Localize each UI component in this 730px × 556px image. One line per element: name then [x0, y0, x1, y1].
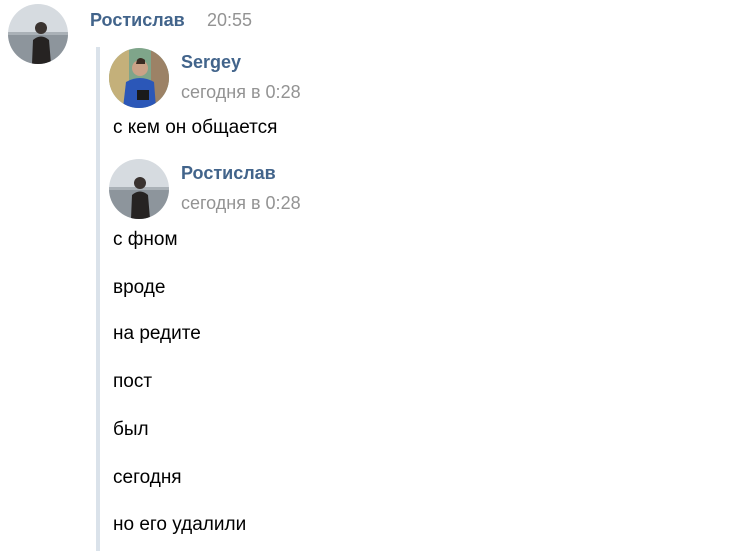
forwarded-message-time: сегодня в 0:28: [181, 82, 301, 102]
forwarded-message-text: был: [113, 419, 149, 440]
author-name[interactable]: Ростислав: [90, 9, 185, 31]
forwarded-messages-bar: [96, 47, 100, 551]
avatar-rostislav[interactable]: [109, 159, 169, 219]
avatar-sergey[interactable]: [109, 48, 169, 108]
forwarded-message-text: с кем он общается: [113, 117, 278, 138]
forwarded-message-text: на редите: [113, 323, 201, 344]
forwarded-message-time: сегодня в 0:28: [181, 193, 301, 213]
avatar-rostislav[interactable]: [8, 4, 68, 64]
forwarded-message-text: пост: [113, 371, 153, 392]
message-time: 20:55: [207, 10, 253, 30]
user-avatar-icon: [109, 48, 169, 108]
user-avatar-icon: [109, 159, 169, 219]
forwarded-author-name[interactable]: Ростислав: [181, 162, 276, 184]
forwarded-message-text: вроде: [113, 277, 166, 298]
forwarded-author-name[interactable]: Sergey: [181, 51, 241, 73]
forwarded-message-text: сегодня: [113, 467, 182, 488]
forwarded-message-text: но его удалили: [113, 514, 247, 535]
user-avatar-icon: [8, 4, 68, 64]
forwarded-message-text: с фном: [113, 229, 178, 250]
